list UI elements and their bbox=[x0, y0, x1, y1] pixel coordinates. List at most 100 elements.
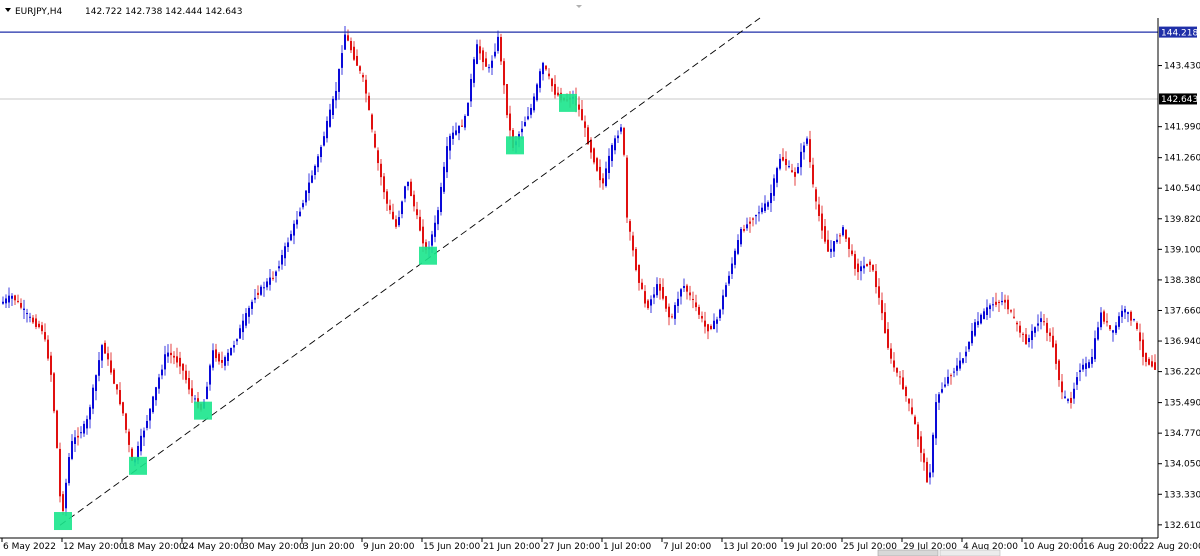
candle-body bbox=[932, 434, 934, 473]
candle-body bbox=[1046, 322, 1048, 333]
candle-body bbox=[311, 175, 313, 183]
candle-body bbox=[923, 453, 925, 463]
candle-body bbox=[329, 109, 331, 127]
candle bbox=[473, 56, 475, 88]
candle-body bbox=[107, 353, 109, 360]
y-tick-label: 138.380 bbox=[1164, 276, 1200, 286]
candle-body bbox=[974, 322, 976, 336]
candle-body bbox=[221, 359, 223, 363]
candle-body bbox=[533, 96, 535, 111]
candle-body bbox=[77, 435, 79, 438]
candle-body bbox=[263, 287, 265, 289]
candle-body bbox=[392, 211, 394, 219]
support-marker bbox=[129, 456, 147, 475]
candle-body bbox=[1025, 334, 1027, 345]
candle-body bbox=[44, 332, 46, 340]
candle-body bbox=[419, 216, 421, 231]
candle-body bbox=[632, 235, 634, 251]
candle-body bbox=[368, 95, 370, 111]
candle-body bbox=[14, 295, 16, 301]
candle-body bbox=[398, 217, 400, 226]
candle-body bbox=[1013, 316, 1015, 318]
candle-body bbox=[503, 61, 505, 86]
candle-body bbox=[80, 432, 82, 434]
candle-body bbox=[557, 92, 559, 96]
candle-body bbox=[1049, 332, 1051, 336]
candle-body bbox=[842, 227, 844, 236]
horizontal-scrollbar-track[interactable] bbox=[939, 549, 1001, 556]
candle-body bbox=[911, 407, 913, 414]
candle-body bbox=[1076, 377, 1078, 385]
candle-body bbox=[1097, 327, 1099, 340]
candle-body bbox=[539, 71, 541, 88]
candle-body bbox=[455, 130, 457, 135]
candle-body bbox=[677, 298, 679, 306]
candle-body bbox=[347, 35, 349, 41]
candle-body bbox=[95, 375, 97, 391]
candle-body bbox=[605, 168, 607, 186]
candle-body bbox=[623, 127, 625, 155]
candle-body bbox=[269, 277, 271, 285]
y-tick-label: 133.330 bbox=[1164, 490, 1200, 500]
y-tick-label: 134.770 bbox=[1164, 429, 1200, 439]
candle bbox=[593, 147, 595, 165]
candle-body bbox=[53, 373, 55, 412]
chart-background bbox=[0, 0, 1200, 556]
candle-body bbox=[206, 386, 208, 400]
candle-body bbox=[551, 78, 553, 87]
candle-body bbox=[671, 316, 673, 318]
candle-body bbox=[335, 90, 337, 101]
price-chart[interactable]: EURJPY,H4 142.722 142.738 142.444 142.64… bbox=[0, 0, 1200, 556]
candle-body bbox=[782, 157, 784, 161]
horizontal-scrollbar-thumb[interactable] bbox=[877, 549, 939, 556]
candle-body bbox=[1058, 360, 1060, 381]
candle-body bbox=[1136, 323, 1138, 329]
candle bbox=[59, 442, 61, 503]
candle-body bbox=[1019, 325, 1021, 333]
candle-body bbox=[1082, 364, 1084, 370]
candle-body bbox=[122, 402, 124, 414]
candle-body bbox=[407, 181, 409, 187]
candle-body bbox=[761, 207, 763, 213]
candle-body bbox=[284, 246, 286, 259]
x-tick-label: 18 May 20:00 bbox=[123, 542, 185, 552]
candle-body bbox=[710, 325, 712, 330]
candle-body bbox=[116, 384, 118, 390]
candle-body bbox=[158, 377, 160, 389]
candle-body bbox=[236, 339, 238, 342]
y-tick-label: 132.610 bbox=[1164, 521, 1200, 531]
candle-body bbox=[302, 203, 304, 208]
candle-body bbox=[797, 167, 799, 174]
candle-body bbox=[707, 324, 709, 332]
candle-body bbox=[1085, 363, 1087, 369]
candle-body bbox=[875, 271, 877, 288]
candle-body bbox=[845, 229, 847, 239]
candle-body bbox=[1088, 362, 1090, 368]
candle-body bbox=[386, 191, 388, 204]
candle-body bbox=[293, 223, 295, 236]
candle-body bbox=[908, 398, 910, 404]
candle-body bbox=[851, 250, 853, 255]
candle-body bbox=[653, 294, 655, 298]
candle-body bbox=[1031, 330, 1033, 341]
candle-body bbox=[317, 156, 319, 168]
candle-body bbox=[245, 313, 247, 326]
candle-body bbox=[377, 150, 379, 164]
candle-body bbox=[719, 309, 721, 319]
candle-body bbox=[323, 136, 325, 146]
candle-body bbox=[1004, 299, 1006, 303]
candle-body bbox=[1028, 338, 1030, 343]
x-tick-label: 19 Jul 20:00 bbox=[783, 542, 837, 552]
candle-body bbox=[602, 178, 604, 184]
candle bbox=[506, 84, 508, 119]
x-tick-label: 27 Jun 20:00 bbox=[543, 542, 600, 552]
candle-body bbox=[449, 135, 451, 151]
candle-body bbox=[890, 348, 892, 359]
candle-body bbox=[494, 51, 496, 57]
candle-body bbox=[749, 221, 751, 224]
candle-body bbox=[965, 351, 967, 357]
candle-body bbox=[578, 104, 580, 110]
candle-body bbox=[59, 448, 61, 497]
x-tick-label: 7 Jul 20:00 bbox=[663, 542, 712, 552]
candle-body bbox=[956, 365, 958, 371]
